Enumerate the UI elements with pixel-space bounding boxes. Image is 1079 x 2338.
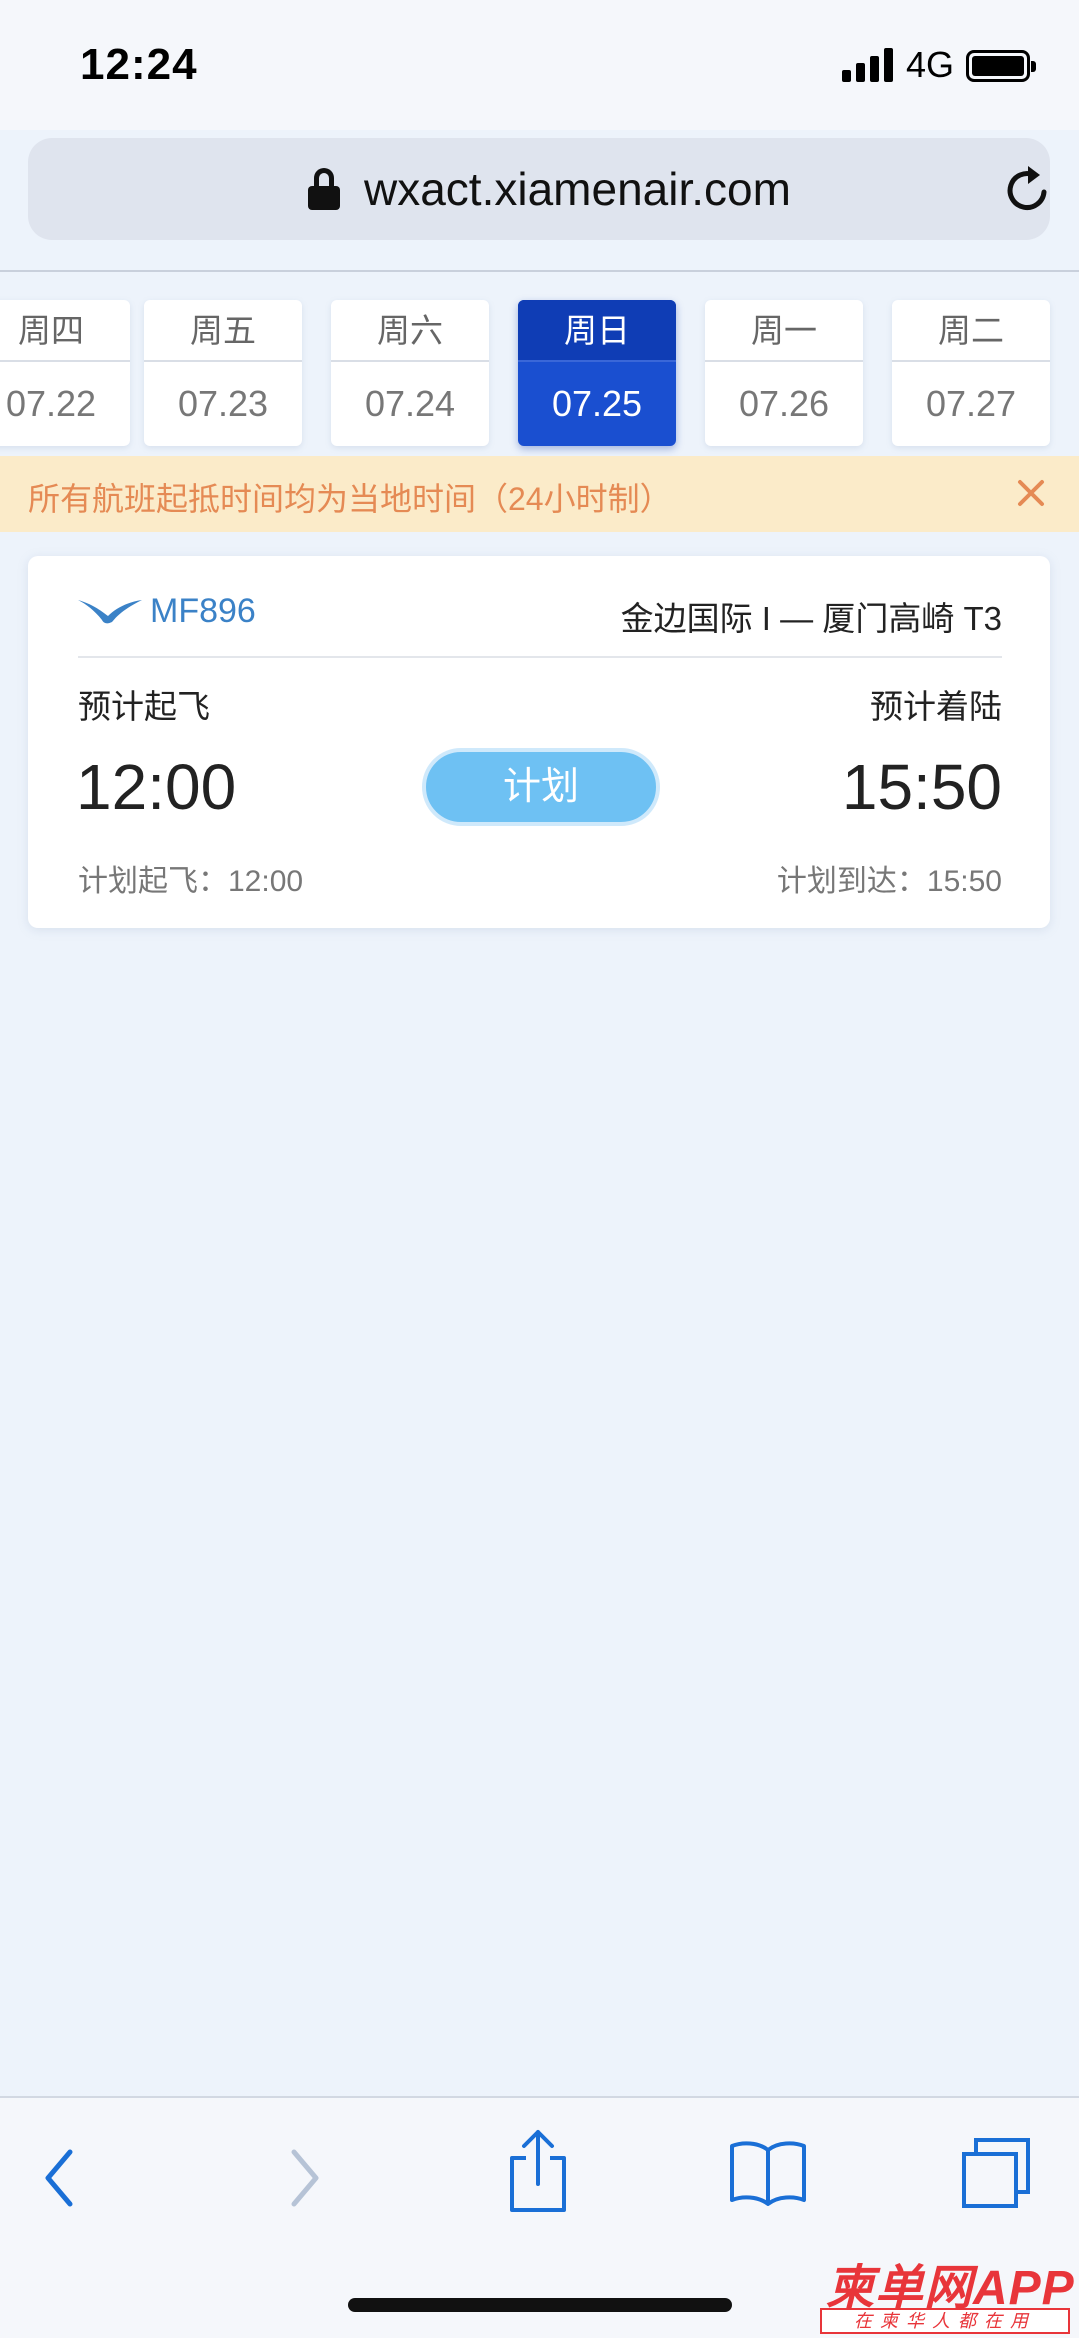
flight-card[interactable]: MF896 金边国际 I — 厦门高崎 T3 预计起飞 预计着陆 12:00 计…: [28, 556, 1050, 928]
share-icon[interactable]: [506, 2128, 570, 2214]
signal-icon: [842, 48, 894, 82]
date-tab-weekday: 周四: [0, 300, 130, 362]
date-tab-weekday: 周二: [892, 300, 1050, 362]
close-icon[interactable]: [1014, 476, 1048, 510]
flight-number: MF896: [150, 592, 256, 630]
status-time: 12:24: [80, 40, 198, 89]
watermark-logo: 柬单网APP 在柬华人都在用: [818, 2248, 1078, 2336]
departure-label: 预计起飞: [78, 688, 210, 725]
status-bar: 12:24 4G: [0, 0, 1079, 130]
date-tab-weekday: 周日: [518, 300, 676, 362]
battery-icon: [966, 50, 1036, 82]
date-tab-sat[interactable]: 周六 07.24: [331, 300, 489, 446]
arrival-time: 15:50: [841, 751, 1002, 823]
tabs-icon[interactable]: [958, 2136, 1034, 2212]
date-tab-weekday: 周一: [705, 300, 863, 362]
xiamen-air-logo-icon: [78, 600, 142, 624]
scheduled-arrival: 计划到达：15:50: [776, 865, 1002, 898]
arrival-label: 预计着陆: [870, 688, 1002, 725]
flight-route: 金边国际 I — 厦门高崎 T3: [620, 600, 1002, 637]
back-icon[interactable]: [40, 2146, 80, 2210]
network-type: 4G: [906, 44, 955, 85]
scheduled-departure: 计划起飞：12:00: [78, 865, 304, 898]
notice-text: 所有航班起抵时间均为当地时间（24小时制）: [28, 481, 672, 517]
date-tab-tue[interactable]: 周二 07.27: [892, 300, 1050, 446]
date-tab-fri[interactable]: 周五 07.23: [144, 300, 302, 446]
notice-banner: 所有航班起抵时间均为当地时间（24小时制）: [0, 456, 1079, 532]
divider: [0, 270, 1079, 272]
date-tab-date: 07.26: [738, 383, 830, 424]
date-tab-date: 07.25: [551, 383, 643, 424]
address-bar[interactable]: wxact.xiamenair.com: [28, 138, 1050, 240]
home-indicator[interactable]: [348, 2298, 732, 2312]
date-tab-date: 07.27: [925, 383, 1017, 424]
forward-icon: [291, 2149, 319, 2207]
date-tab-weekday: 周六: [331, 300, 489, 362]
date-tab-sun-selected[interactable]: 周日 07.25: [518, 300, 676, 446]
date-tab-thu[interactable]: 周四 07.22: [0, 300, 130, 446]
departure-time: 12:00: [76, 751, 237, 823]
date-tab-date: 07.24: [364, 383, 456, 424]
bookmarks-icon[interactable]: [728, 2138, 808, 2206]
flight-status-badge: 计划: [422, 748, 660, 826]
reload-icon[interactable]: [1000, 162, 1056, 218]
date-tab-date: 07.23: [177, 383, 269, 424]
date-tab-mon[interactable]: 周一 07.26: [705, 300, 863, 446]
url-text[interactable]: wxact.xiamenair.com: [364, 162, 791, 216]
date-tab-weekday: 周五: [144, 300, 302, 362]
watermark-sub: 在柬华人都在用: [820, 2308, 1070, 2334]
lock-icon: [308, 168, 340, 210]
date-tab-date: 07.22: [5, 383, 97, 424]
card-divider: [78, 656, 1002, 658]
